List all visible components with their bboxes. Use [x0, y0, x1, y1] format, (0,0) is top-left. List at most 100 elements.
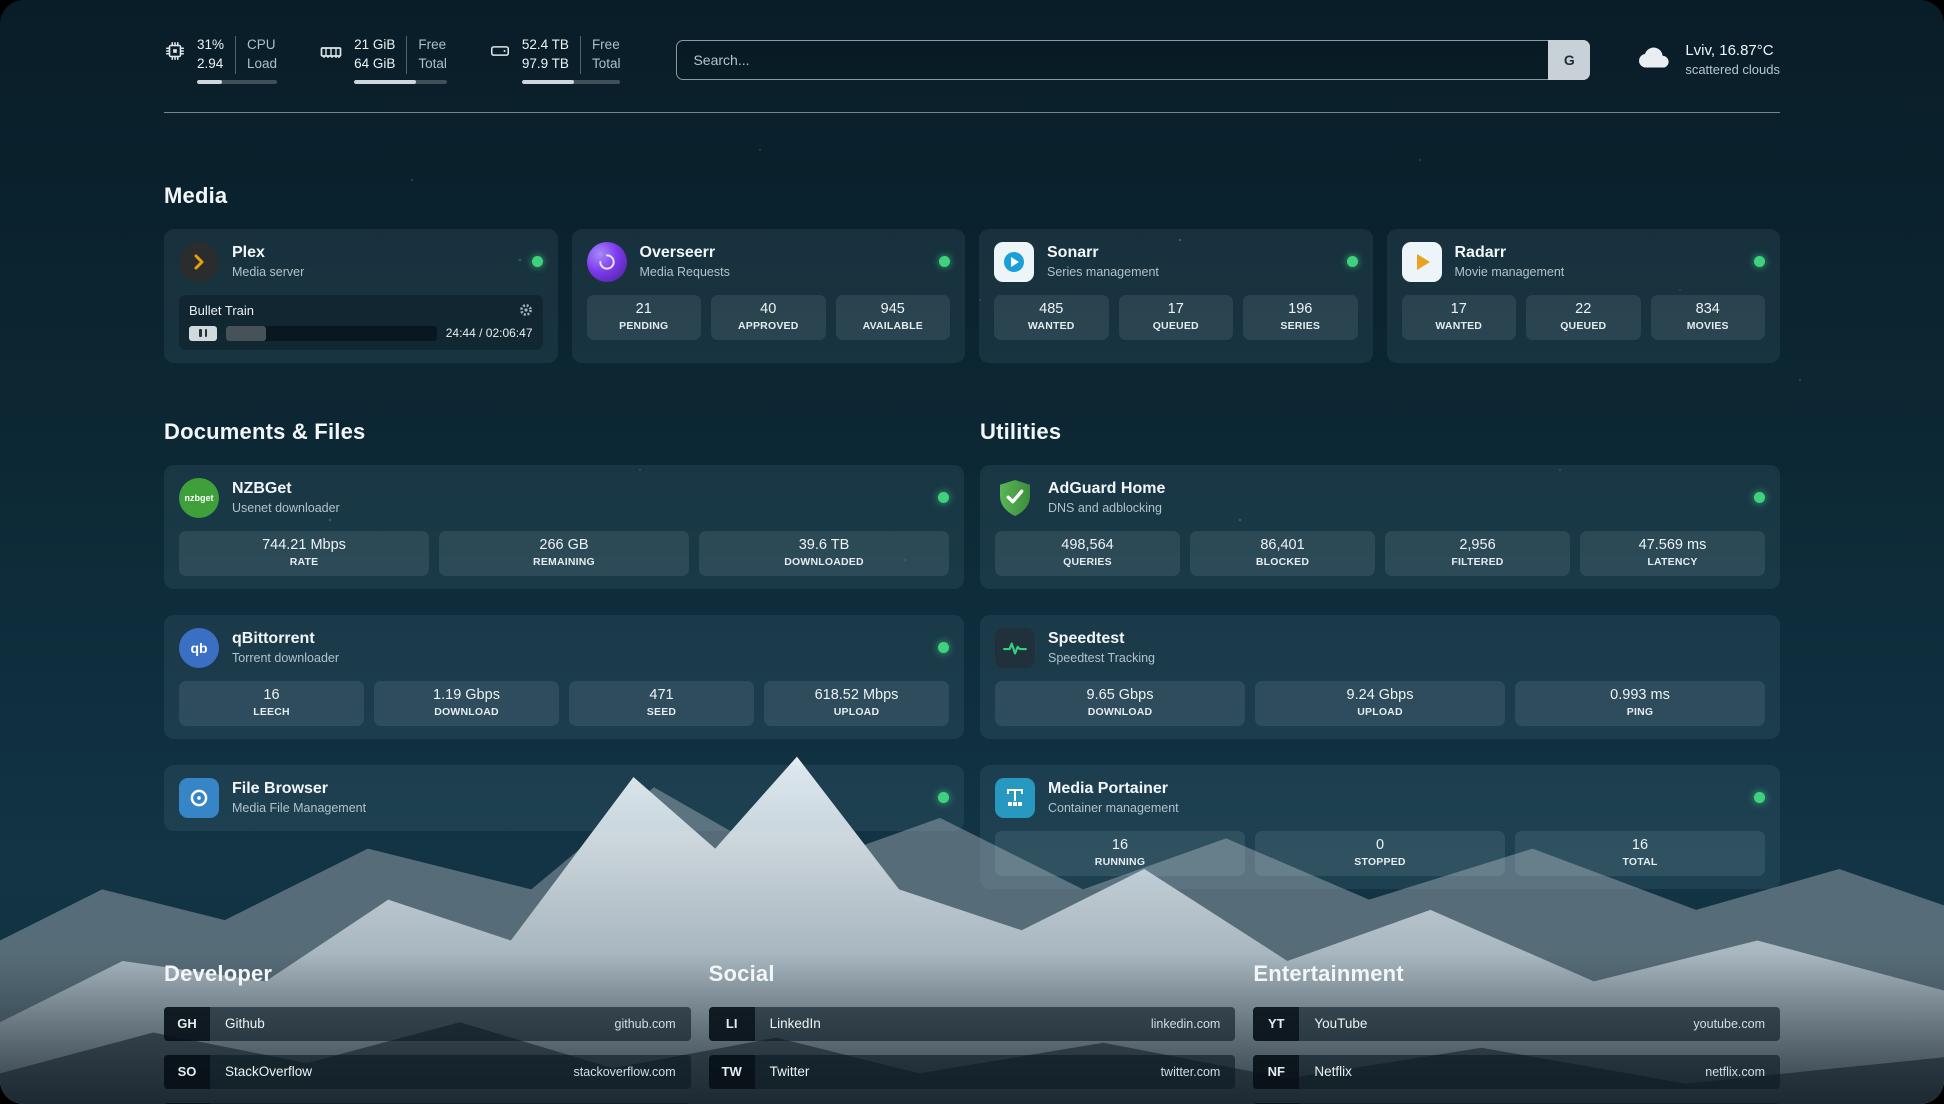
- bookmark-name: YouTube: [1314, 1016, 1367, 1031]
- sonarr-icon: [994, 242, 1034, 282]
- app-card-radarr[interactable]: Radarr Movie management 17 WANTED 22 QUE…: [1387, 229, 1781, 363]
- bookmark-url: netflix.com: [1705, 1065, 1765, 1079]
- stat-value: 17: [1406, 301, 1513, 317]
- stat-value: 945: [840, 301, 947, 317]
- stat-value: 0: [1259, 837, 1501, 853]
- bookmark-youtube[interactable]: YT YouTube youtube.com: [1253, 1007, 1780, 1041]
- cpu-usage-value: 31%: [197, 36, 224, 55]
- stat-value: 22: [1530, 301, 1637, 317]
- stat-label: MOVIES: [1655, 320, 1762, 332]
- bookmark-abbr: GH: [164, 1007, 210, 1041]
- stat-wanted: 485 WANTED: [994, 295, 1109, 340]
- app-subtitle: Media server: [232, 264, 304, 280]
- bookmark-group-social: Social LI LinkedIn linkedin.com TW Twitt…: [709, 961, 1236, 1089]
- stat-pending: 21 PENDING: [587, 295, 702, 340]
- now-playing-title: Bullet Train: [189, 303, 254, 318]
- app-name: NZBGet: [232, 479, 340, 500]
- app-card-qbittorrent[interactable]: qb qBittorrent Torrent downloader 16 LEE…: [164, 615, 964, 739]
- stat-value: 834: [1655, 301, 1762, 317]
- dashboard: 31% 2.94 CPU Load: [0, 0, 1944, 1104]
- app-name: Radarr: [1455, 243, 1565, 264]
- bookmark-abbr: YT: [1253, 1007, 1299, 1041]
- cpu-label: CPU: [247, 36, 277, 55]
- stat-value: 498,564: [999, 537, 1176, 553]
- cloud-icon: [1636, 43, 1672, 76]
- status-dot: [938, 492, 949, 503]
- memory-free-value: 21 GiB: [354, 36, 395, 55]
- status-dot: [938, 792, 949, 803]
- stat-label: DOWNLOAD: [999, 706, 1241, 718]
- disk-progress-fill: [522, 80, 574, 84]
- app-subtitle: Usenet downloader: [232, 500, 340, 516]
- bookmark-twitter[interactable]: TW Twitter twitter.com: [709, 1055, 1236, 1089]
- stat-upload: 9.24 Gbps UPLOAD: [1255, 681, 1505, 726]
- weather-widget: Lviv, 16.87°C scattered clouds: [1636, 41, 1780, 79]
- bookmark-url: github.com: [615, 1017, 676, 1031]
- stat-label: QUERIES: [999, 556, 1176, 568]
- stat-label: BLOCKED: [1194, 556, 1371, 568]
- stat-running: 16 RUNNING: [995, 831, 1245, 876]
- memory-total-label: Total: [418, 55, 447, 74]
- app-card-plex[interactable]: Plex Media server Bullet Train: [164, 229, 558, 363]
- plex-icon: [179, 242, 219, 282]
- gear-icon[interactable]: [519, 303, 533, 317]
- stat-label: REMAINING: [443, 556, 685, 568]
- cpu-load-value: 2.94: [197, 55, 224, 74]
- section-media: Media Plex Media server: [164, 183, 1780, 363]
- stat-value: 9.65 Gbps: [999, 687, 1241, 703]
- bookmark-linkedin[interactable]: LI LinkedIn linkedin.com: [709, 1007, 1236, 1041]
- search-engine-button[interactable]: G: [1548, 40, 1590, 80]
- stat-value: 471: [573, 687, 750, 703]
- app-card-speedtest[interactable]: Speedtest Speedtest Tracking 9.65 Gbps D…: [980, 615, 1780, 739]
- section-title-media: Media: [164, 183, 1780, 209]
- stat-approved: 40 APPROVED: [711, 295, 826, 340]
- cpu-progress-bar: [197, 80, 277, 84]
- stat-available: 945 AVAILABLE: [836, 295, 951, 340]
- app-name: Media Portainer: [1048, 779, 1179, 800]
- stat-value: 0.993 ms: [1519, 687, 1761, 703]
- search-bar: G: [676, 40, 1590, 80]
- section-documents: Documents & Files nzbget NZBGet Usenet d…: [164, 419, 964, 831]
- memory-icon: [319, 40, 343, 64]
- section-title-documents: Documents & Files: [164, 419, 964, 445]
- bookmark-url: linkedin.com: [1151, 1017, 1220, 1031]
- radarr-icon: [1402, 242, 1442, 282]
- header-divider: [164, 112, 1780, 113]
- stat-label: RATE: [183, 556, 425, 568]
- app-name: qBittorrent: [232, 629, 339, 650]
- bookmark-group-entertainment: Entertainment YT YouTube youtube.com NF …: [1253, 961, 1780, 1104]
- bookmark-name: Netflix: [1314, 1064, 1352, 1079]
- bookmark-netflix[interactable]: NF Netflix netflix.com: [1253, 1055, 1780, 1089]
- app-subtitle: Series management: [1047, 264, 1159, 280]
- bookmark-abbr: LI: [709, 1007, 755, 1041]
- pause-icon[interactable]: [189, 326, 217, 341]
- search-input[interactable]: [676, 40, 1590, 80]
- weather-location: Lviv, 16.87°C: [1685, 41, 1780, 61]
- stat-label: QUEUED: [1530, 320, 1637, 332]
- app-card-adguard[interactable]: AdGuard Home DNS and adblocking 498,564 …: [980, 465, 1780, 589]
- stat-total: 16 TOTAL: [1515, 831, 1765, 876]
- stat-label: RUNNING: [999, 856, 1241, 868]
- stat-value: 86,401: [1194, 537, 1371, 553]
- app-card-filebrowser[interactable]: File Browser Media File Management: [164, 765, 964, 831]
- app-card-sonarr[interactable]: Sonarr Series management 485 WANTED 17 Q…: [979, 229, 1373, 363]
- stat-stopped: 0 STOPPED: [1255, 831, 1505, 876]
- app-card-nzbget[interactable]: nzbget NZBGet Usenet downloader 744.21 M…: [164, 465, 964, 589]
- bookmark-group-developer: Developer GH Github github.com SO StackO…: [164, 961, 691, 1104]
- bookmark-stackoverflow[interactable]: SO StackOverflow stackoverflow.com: [164, 1055, 691, 1089]
- bookmark-github[interactable]: GH Github github.com: [164, 1007, 691, 1041]
- stat-label: WANTED: [998, 320, 1105, 332]
- stat-value: 2,956: [1389, 537, 1566, 553]
- stat-remaining: 266 GB REMAINING: [439, 531, 689, 576]
- stat-upload: 618.52 Mbps UPLOAD: [764, 681, 949, 726]
- stat-label: DOWNLOAD: [378, 706, 555, 718]
- playback-time: 24:44 / 02:06:47: [446, 326, 533, 340]
- cpu-stat: 31% 2.94 CPU Load: [164, 36, 277, 84]
- app-name: Sonarr: [1047, 243, 1159, 264]
- app-card-portainer[interactable]: Media Portainer Container management 16 …: [980, 765, 1780, 889]
- playback-progress-bar[interactable]: [226, 326, 437, 341]
- cpu-icon: [164, 40, 186, 62]
- app-card-overseerr[interactable]: Overseerr Media Requests 21 PENDING 40 A…: [572, 229, 966, 363]
- status-dot: [1754, 792, 1765, 803]
- stat-value: 16: [183, 687, 360, 703]
